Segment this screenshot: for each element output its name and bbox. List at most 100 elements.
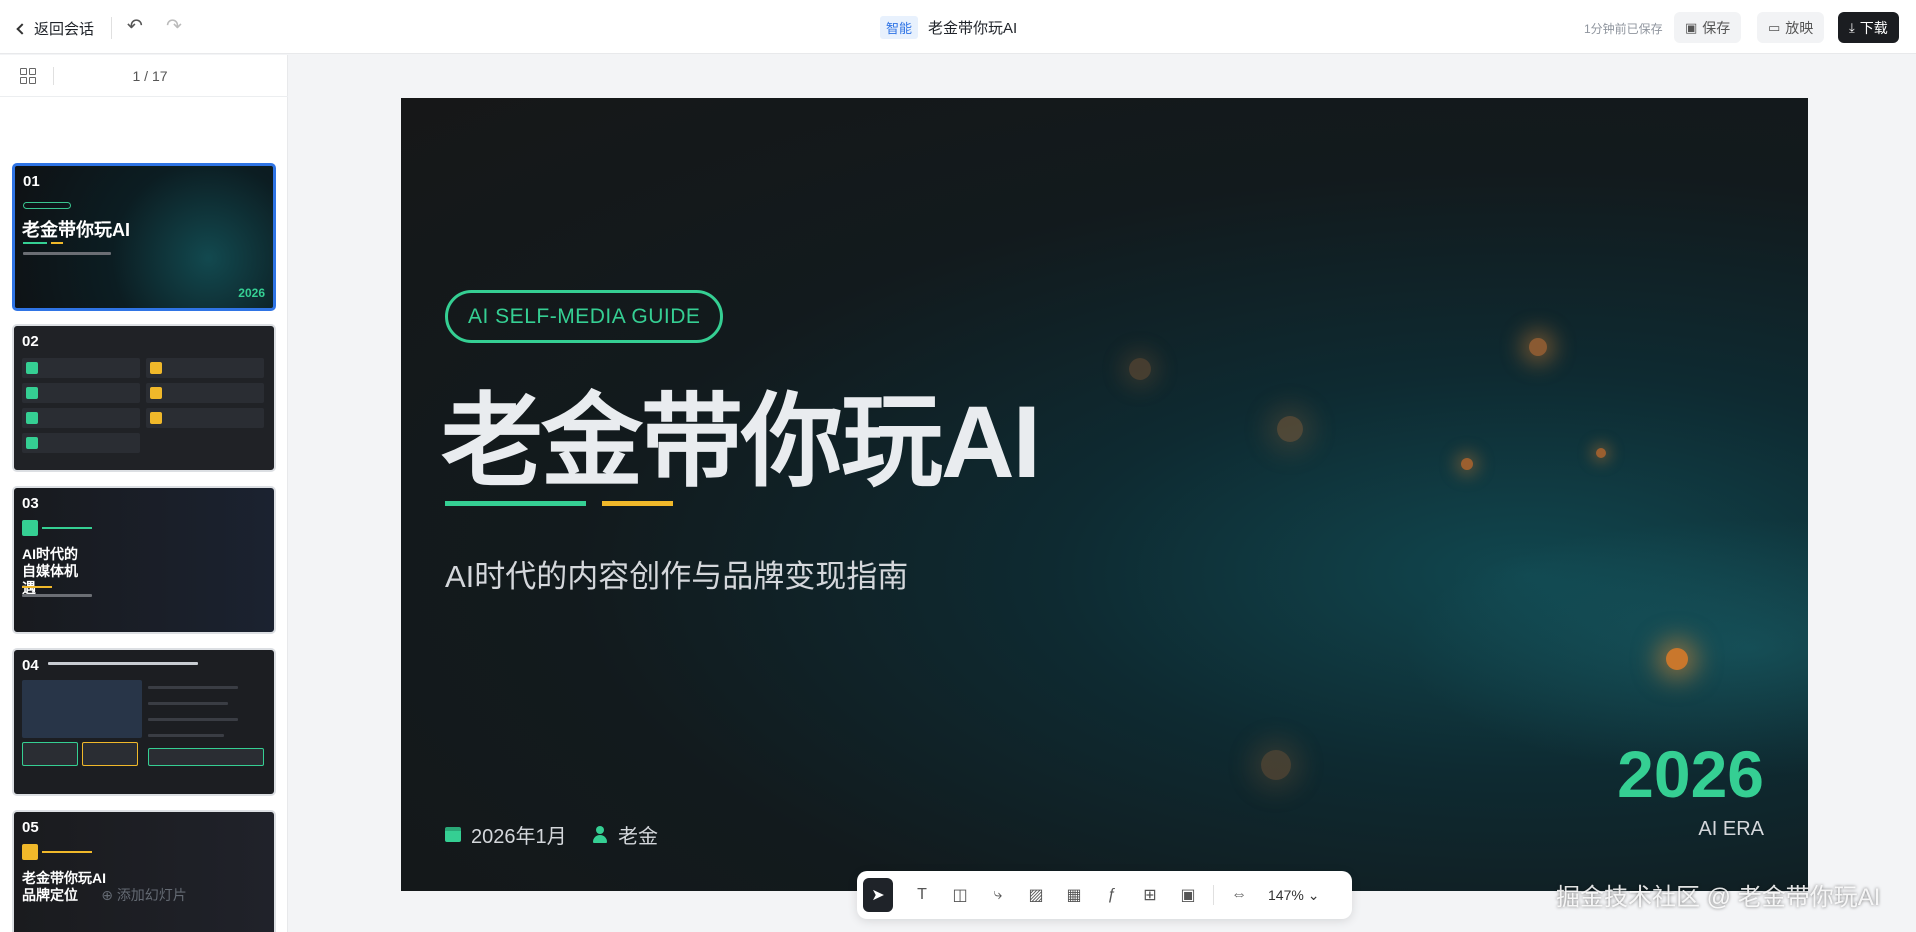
thumbnail-row bbox=[146, 408, 264, 428]
accent-bar-green bbox=[445, 501, 586, 506]
thumbnail-row bbox=[22, 383, 140, 403]
thumbnail-line bbox=[148, 718, 238, 721]
redo-icon[interactable]: ↷ bbox=[163, 16, 185, 38]
thumbnail-list[interactable]: 01 老金带你玩AI 2026 02 03 AI时代的自媒体机遇 04 05 老… bbox=[0, 108, 288, 932]
chevron-down-icon: ⌄ bbox=[1307, 886, 1320, 903]
back-to-chat-button[interactable]: 返回会话 bbox=[16, 18, 95, 39]
user-icon bbox=[592, 826, 608, 843]
thumbnail-marker bbox=[150, 412, 162, 424]
date-text: 2026年1月 bbox=[471, 826, 567, 848]
bokeh-light bbox=[1261, 750, 1291, 780]
download-icon: ⤓ bbox=[1849, 19, 1855, 35]
slide-subtitle[interactable]: AI时代的内容创作与品牌变现指南 bbox=[445, 551, 908, 596]
thumbnail-row bbox=[146, 383, 264, 403]
calendar-icon bbox=[445, 827, 461, 842]
document-title[interactable]: 老金带你玩AI bbox=[928, 17, 1017, 38]
add-slide-button[interactable]: ⊕ 添加幻灯片 bbox=[0, 885, 288, 905]
thumbnail-accent bbox=[23, 242, 47, 244]
thumbnail-line bbox=[148, 686, 238, 689]
formula-icon[interactable]: ƒ bbox=[1093, 878, 1131, 912]
thumbnail-marker bbox=[150, 362, 162, 374]
thumbnail-chart bbox=[22, 680, 142, 738]
zoom-selector[interactable]: 147% ⌄ bbox=[1268, 887, 1319, 904]
connector-icon[interactable]: ⤷ bbox=[979, 878, 1017, 912]
thumbnail-line bbox=[148, 702, 228, 705]
thumbnail-line bbox=[148, 734, 224, 737]
thumbnail-number: 04 bbox=[22, 657, 39, 674]
thumbnail-accent bbox=[22, 586, 52, 588]
bokeh-light bbox=[1461, 458, 1473, 470]
thumbnail-title: AI时代的自媒体机遇 bbox=[22, 546, 78, 596]
back-label: 返回会话 bbox=[34, 21, 95, 38]
thumbnail-marker bbox=[26, 412, 38, 424]
slide-thumbnail-1[interactable]: 01 老金带你玩AI 2026 bbox=[12, 163, 276, 311]
present-icon: ▭ bbox=[1768, 19, 1781, 35]
select-icon[interactable]: ➤ bbox=[863, 878, 893, 912]
slide-thumbnail-3[interactable]: 03 AI时代的自媒体机遇 bbox=[12, 486, 276, 634]
present-button[interactable]: ▭ 放映 bbox=[1757, 12, 1825, 43]
sidebar-header: 1 / 17 bbox=[0, 55, 288, 97]
chevron-left-icon bbox=[16, 22, 28, 35]
smart-tag: 智能 bbox=[880, 16, 919, 39]
divider bbox=[111, 17, 112, 39]
thumbnail-accent bbox=[51, 242, 63, 244]
save-icon: ▣ bbox=[1685, 19, 1698, 35]
slide-badge[interactable]: AI SELF-MEDIA GUIDE bbox=[445, 290, 724, 343]
slide-era[interactable]: AI ERA bbox=[1698, 818, 1764, 841]
thumbnail-marker bbox=[26, 362, 38, 374]
accent-bar-yellow bbox=[602, 501, 673, 506]
thumbnail-number: 03 bbox=[22, 495, 39, 512]
bokeh-light bbox=[1596, 448, 1606, 458]
fit-width-icon[interactable]: ⇔ bbox=[1220, 878, 1258, 912]
slide-author[interactable]: 老金 bbox=[592, 820, 658, 849]
document-title-area: 智能 老金带你玩AI bbox=[880, 16, 1017, 39]
bokeh-light bbox=[1277, 416, 1303, 442]
component-icon[interactable]: ⊞ bbox=[1131, 878, 1169, 912]
thumbnail-row bbox=[146, 358, 264, 378]
save-button[interactable]: ▣ 保存 bbox=[1674, 12, 1742, 43]
thumbnail-badge bbox=[23, 202, 71, 209]
thumbnail-number: 02 bbox=[22, 333, 39, 350]
divider bbox=[1213, 885, 1214, 905]
thumbnail-line bbox=[23, 252, 111, 255]
thumbnail-line bbox=[48, 662, 198, 665]
slide-thumbnail-5[interactable]: 05 老金带你玩AI品牌定位 bbox=[12, 810, 276, 932]
slide-thumbnail-4[interactable]: 04 bbox=[12, 648, 276, 796]
image-icon[interactable]: ▨ bbox=[1017, 878, 1055, 912]
author-text: 老金 bbox=[618, 826, 658, 848]
thumbnail-marker bbox=[22, 844, 38, 860]
thumbnail-number: 05 bbox=[22, 819, 39, 836]
text-icon[interactable]: T bbox=[903, 878, 941, 912]
bokeh-light bbox=[1129, 358, 1151, 380]
download-label: 下载 bbox=[1859, 19, 1888, 36]
add-slide-label: 添加幻灯片 bbox=[116, 887, 187, 903]
thumbnail-year: 2026 bbox=[238, 286, 265, 300]
watermark: 掘金技术社区 @ 老金带你玩AI bbox=[1556, 884, 1881, 911]
thumbnail-row bbox=[22, 433, 140, 453]
slide-date[interactable]: 2026年1月 bbox=[445, 820, 567, 849]
thumbnail-stat bbox=[22, 742, 78, 766]
thumbnail-accent bbox=[42, 851, 92, 853]
download-button[interactable]: ⤓ 下载 bbox=[1838, 12, 1899, 43]
slide-title[interactable]: 老金带你玩AI bbox=[441, 360, 1041, 507]
thumbnail-marker bbox=[22, 520, 38, 536]
thumbnail-marker bbox=[150, 387, 162, 399]
slide-sidebar: 1 / 17 01 老金带你玩AI 2026 02 03 AI时代的自媒体机遇 … bbox=[0, 55, 288, 932]
thumbnail-stat bbox=[82, 742, 138, 766]
thumbnail-line bbox=[22, 594, 92, 597]
page-counter: 1 / 17 bbox=[132, 68, 168, 84]
thumbnail-marker bbox=[26, 437, 38, 449]
slide-year[interactable]: 2026 bbox=[1617, 736, 1764, 812]
thumbnail-row bbox=[22, 358, 140, 378]
save-label: 保存 bbox=[1702, 19, 1731, 36]
edit-toolbar: ➤ T ◫ ⤷ ▨ ▦ ƒ ⊞ ▣ ⇔ 147% ⌄ bbox=[857, 871, 1352, 919]
top-bar: 返回会话 ↶ ↷ 智能 老金带你玩AI 1分钟前已保存 ▣ 保存 ▭ 放映 ⤓ … bbox=[0, 0, 1916, 54]
table-icon[interactable]: ▦ bbox=[1055, 878, 1093, 912]
media-icon[interactable]: ▣ bbox=[1169, 878, 1207, 912]
save-status: 1分钟前已保存 bbox=[1584, 22, 1663, 36]
undo-icon[interactable]: ↶ bbox=[124, 16, 146, 38]
shape-icon[interactable]: ◫ bbox=[941, 878, 979, 912]
bokeh-light bbox=[1666, 648, 1688, 670]
slide-canvas[interactable]: AI SELF-MEDIA GUIDE 老金带你玩AI AI时代的内容创作与品牌… bbox=[401, 98, 1808, 891]
slide-thumbnail-2[interactable]: 02 bbox=[12, 324, 276, 472]
